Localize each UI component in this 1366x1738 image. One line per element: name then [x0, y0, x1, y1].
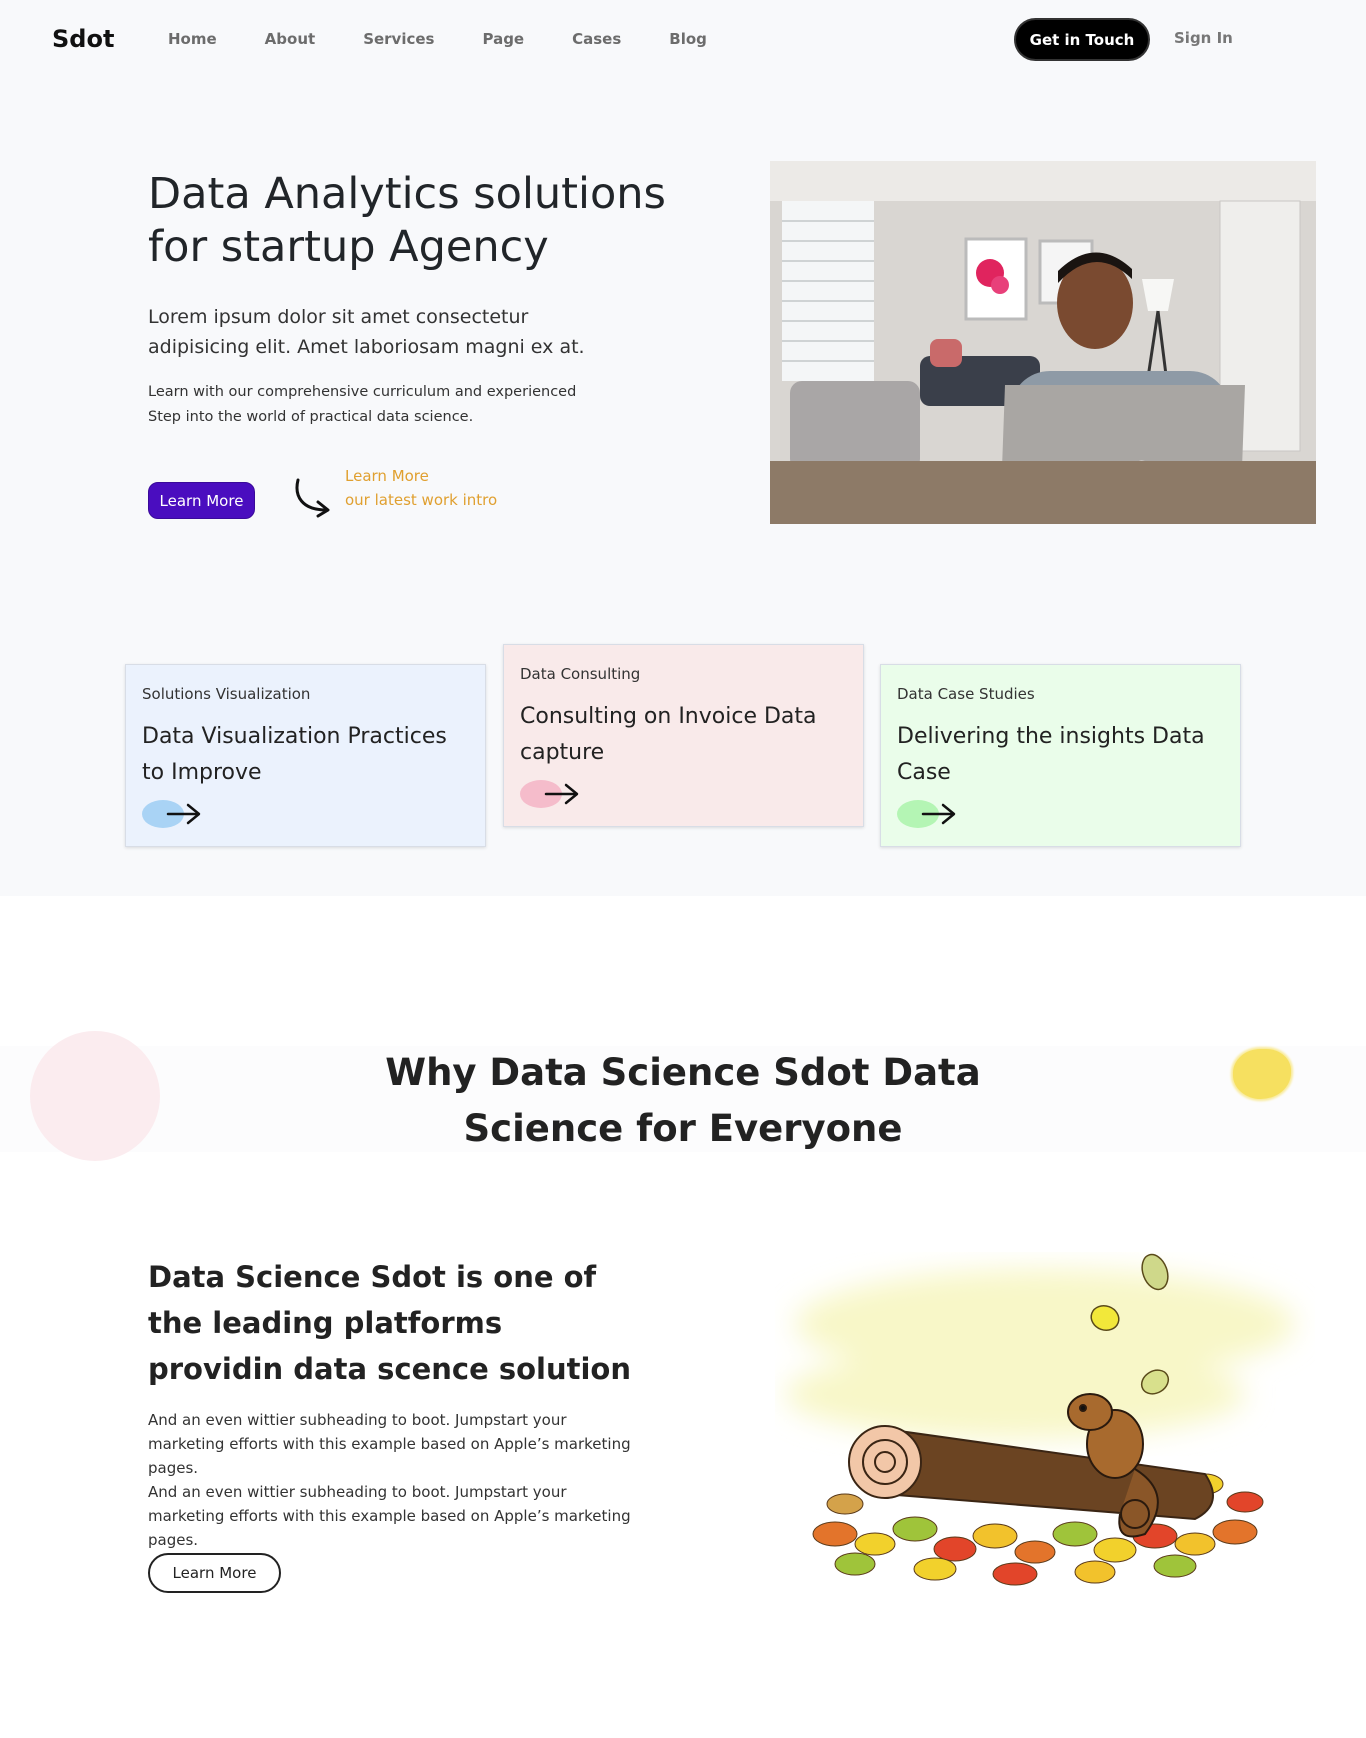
- brand-logo[interactable]: Sdot: [52, 25, 114, 53]
- service-card-case-studies[interactable]: Data Case Studies Delivering the insight…: [880, 664, 1241, 847]
- hero-subtext: Learn with our comprehensive curriculum …: [148, 384, 577, 425]
- card-arrow-link[interactable]: [897, 799, 959, 829]
- about-title: Data Science Sdot is one of the leading …: [148, 1260, 631, 1386]
- nav-link-services[interactable]: Services: [363, 30, 434, 48]
- latest-work-link[interactable]: Learn More our latest work intro: [345, 464, 497, 512]
- get-in-touch-button[interactable]: Get in Touch: [1014, 18, 1150, 61]
- decorative-circle: [30, 1031, 160, 1161]
- nav-link-home[interactable]: Home: [168, 30, 217, 48]
- nav-links: Home About Services Page Cases Blog: [168, 30, 755, 48]
- why-section-title: Why Data Science Sdot Data Science for E…: [385, 1051, 981, 1150]
- about-learn-more-button[interactable]: Learn More: [148, 1553, 281, 1593]
- nav-link-about[interactable]: About: [265, 30, 316, 48]
- card-arrow-link[interactable]: [142, 799, 204, 829]
- nav-link-page[interactable]: Page: [482, 30, 524, 48]
- card-title: Data Visualization Practices to Improve: [142, 724, 447, 785]
- arrow-right-icon: [921, 803, 956, 825]
- card-arrow-link[interactable]: [520, 779, 582, 809]
- learn-more-button[interactable]: Learn More: [148, 482, 255, 519]
- service-card-visualization[interactable]: Solutions Visualization Data Visualizati…: [125, 664, 486, 847]
- card-category: Solutions Visualization: [142, 685, 311, 703]
- hero-title: Data Analytics solutions for startup Age…: [148, 169, 666, 272]
- curved-arrow-icon: [295, 478, 330, 518]
- sign-in-link[interactable]: Sign In: [1174, 29, 1233, 47]
- nav-link-blog[interactable]: Blog: [669, 30, 707, 48]
- autumn-illustration: [785, 1253, 1295, 1586]
- card-title: Consulting on Invoice Data capture: [520, 704, 817, 765]
- hero-lead-text: Lorem ipsum dolor sit amet consectetur a…: [148, 306, 585, 358]
- hero-section: Data Analytics solutions for startup Age…: [0, 80, 1366, 896]
- about-paragraph: And an even wittier subheading to boot. …: [148, 1411, 631, 1477]
- card-category: Data Case Studies: [897, 685, 1035, 703]
- arrow-right-icon: [166, 803, 201, 825]
- service-card-consulting[interactable]: Data Consulting Consulting on Invoice Da…: [503, 644, 864, 827]
- card-category: Data Consulting: [520, 665, 641, 683]
- nav-link-cases[interactable]: Cases: [572, 30, 621, 48]
- hero-photo: [770, 161, 1316, 524]
- latest-work-link-line1: Learn More: [345, 467, 429, 485]
- about-paragraph: And an even wittier subheading to boot. …: [148, 1483, 631, 1549]
- latest-work-link-line2: our latest work intro: [345, 491, 498, 509]
- top-navbar: Sdot Home About Services Page Cases Blog…: [0, 0, 1366, 80]
- arrow-right-icon: [544, 783, 579, 805]
- card-title: Delivering the insights Data Case: [897, 724, 1205, 785]
